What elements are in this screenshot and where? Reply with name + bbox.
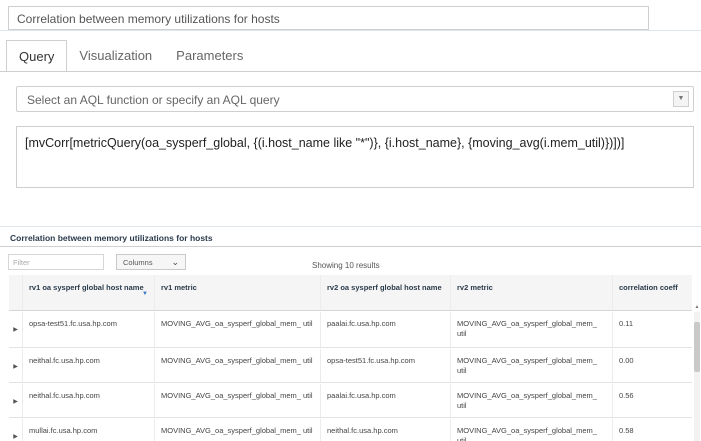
cell-rv2-metric: MOVING_AVG_oa_sysperf_global_mem_ util	[451, 419, 613, 441]
cell-rv1-host: neithal.fc.usa.hp.com	[23, 349, 155, 382]
cell-rv1-metric: MOVING_AVG_oa_sysperf_global_mem_ util	[155, 312, 321, 347]
chevron-down-icon: ⌄	[171, 257, 179, 267]
title-divider	[0, 30, 701, 31]
expand-row-icon: ▶	[13, 399, 18, 405]
column-header-label: rv2 oa sysperf global host name	[327, 283, 442, 292]
column-header-rv2-metric[interactable]: rv2 metric	[451, 275, 613, 310]
expand-row-icon: ▶	[13, 364, 18, 370]
results-table: rv1 oa sysperf global host name ▼ rv1 me…	[9, 275, 692, 441]
columns-label: Columns	[123, 258, 153, 267]
expand-row-button[interactable]: ▶	[9, 312, 23, 347]
cell-rv1-metric: MOVING_AVG_oa_sysperf_global_mem_ util	[155, 349, 321, 382]
aql-query-textarea[interactable]: [mvCorr[metricQuery(oa_sysperf_global, {…	[16, 126, 694, 188]
column-header-label: rv1 oa sysperf global host name	[29, 283, 144, 292]
results-panel-title: Correlation between memory utilizations …	[10, 233, 213, 243]
column-header-label: correlation coeff	[619, 283, 678, 292]
tab-query[interactable]: Query	[6, 40, 68, 72]
expand-row-button[interactable]: ▶	[9, 384, 23, 417]
aql-function-select[interactable]: Select an AQL function or specify an AQL…	[16, 86, 694, 112]
cell-rv2-metric: MOVING_AVG_oa_sysperf_global_mem_ util	[451, 312, 613, 347]
cell-rv1-host: opsa-test51.fc.usa.hp.com	[23, 312, 155, 347]
cell-correlation: 0.11	[619, 319, 634, 328]
tab-visualization[interactable]: Visualization	[67, 40, 164, 72]
expand-row-button[interactable]: ▶	[9, 349, 23, 382]
editor-tabs: Query Visualization Parameters	[6, 40, 255, 72]
cell-rv2-host: opsa-test51.fc.usa.hp.com	[321, 349, 451, 382]
widget-title-input[interactable]: Correlation between memory utilizations …	[8, 6, 649, 30]
cell-rv1-metric: MOVING_AVG_oa_sysperf_global_mem_ util	[155, 419, 321, 441]
column-header-rv1-metric[interactable]: rv1 metric	[155, 275, 321, 310]
scroll-up-icon[interactable]: ▲	[694, 304, 700, 310]
cell-rv2-host: paalai.fc.usa.hp.com	[321, 312, 451, 347]
sort-desc-icon[interactable]: ▼	[142, 289, 148, 299]
scrollbar-thumb[interactable]	[694, 322, 700, 372]
expand-row-icon: ▶	[13, 327, 18, 333]
cell-rv2-host: paalai.fc.usa.hp.com	[321, 384, 451, 417]
expand-row-icon: ▶	[13, 434, 18, 440]
table-row[interactable]: ▶ mullai.fc.usa.hp.com MOVING_AVG_oa_sys…	[9, 419, 692, 441]
aql-select-placeholder: Select an AQL function or specify an AQL…	[27, 93, 280, 107]
column-header-label: rv2 metric	[457, 283, 493, 292]
cell-rv2-metric: MOVING_AVG_oa_sysperf_global_mem_ util	[451, 349, 613, 382]
table-header-row: rv1 oa sysperf global host name ▼ rv1 me…	[9, 275, 692, 311]
cell-correlation: 0.56	[619, 391, 634, 400]
table-scrollbar[interactable]	[694, 312, 700, 441]
expand-column-header	[9, 275, 23, 310]
column-header-correlation[interactable]: correlation coeff	[613, 275, 692, 310]
table-row[interactable]: ▶ neithal.fc.usa.hp.com MOVING_AVG_oa_sy…	[9, 349, 692, 383]
cell-rv1-host: mullai.fc.usa.hp.com	[23, 419, 155, 441]
table-row[interactable]: ▶ neithal.fc.usa.hp.com MOVING_AVG_oa_sy…	[9, 384, 692, 418]
cell-rv1-host: neithal.fc.usa.hp.com	[23, 384, 155, 417]
chevron-down-icon[interactable]: ▼	[673, 91, 689, 107]
cell-correlation: 0.00	[619, 356, 634, 365]
column-header-label: rv1 metric	[161, 283, 197, 292]
tabs-divider	[0, 71, 701, 72]
cell-rv1-metric: MOVING_AVG_oa_sysperf_global_mem_ util	[155, 384, 321, 417]
cell-rv2-metric: MOVING_AVG_oa_sysperf_global_mem_ util	[451, 384, 613, 417]
column-header-rv1-host[interactable]: rv1 oa sysperf global host name ▼	[23, 275, 155, 310]
columns-dropdown[interactable]: Columns ⌄	[116, 254, 186, 270]
cell-rv2-host: neithal.fc.usa.hp.com	[321, 419, 451, 441]
table-row[interactable]: ▶ opsa-test51.fc.usa.hp.com MOVING_AVG_o…	[9, 312, 692, 348]
results-count: Showing 10 results	[312, 261, 380, 270]
filter-input[interactable]: Filter	[8, 254, 104, 270]
cell-correlation: 0.58	[619, 426, 634, 435]
results-panel-divider	[0, 246, 701, 247]
results-panel-border	[0, 226, 701, 227]
column-header-rv2-host[interactable]: rv2 oa sysperf global host name	[321, 275, 451, 310]
tab-parameters[interactable]: Parameters	[164, 40, 255, 72]
expand-row-button[interactable]: ▶	[9, 419, 23, 441]
